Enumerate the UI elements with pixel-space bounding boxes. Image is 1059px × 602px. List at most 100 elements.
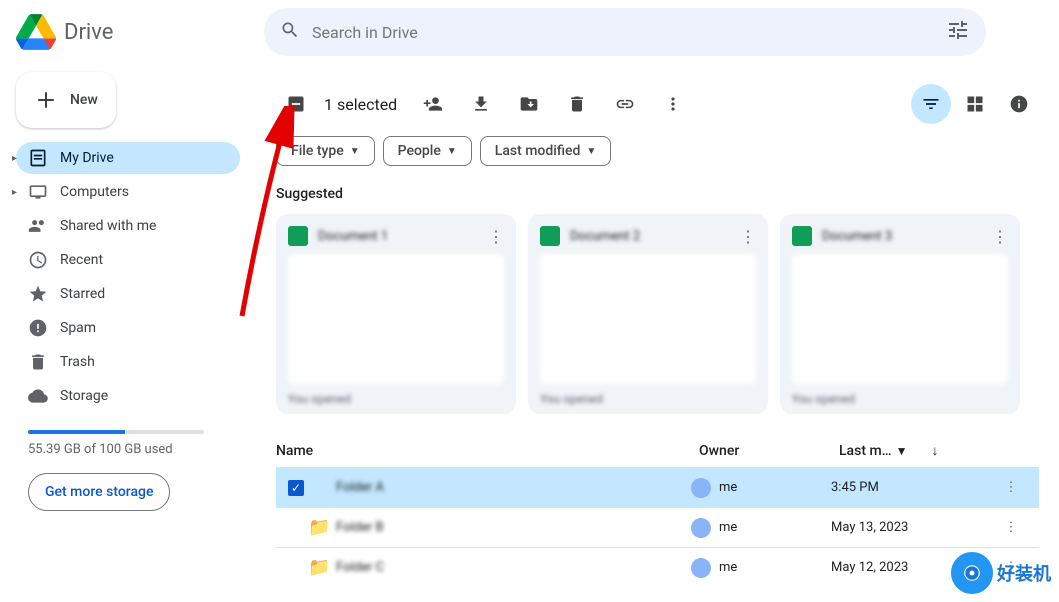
expand-arrow-icon[interactable]: ▸ xyxy=(12,187,17,198)
folder-icon: 📁 xyxy=(308,557,330,578)
sidebar-item-computers[interactable]: ▸ Computers xyxy=(16,176,240,208)
suggested-card[interactable]: Document 2 ⋮ You opened xyxy=(528,214,768,414)
move-button[interactable] xyxy=(509,84,549,124)
suggested-card[interactable]: Document 1 ⋮ You opened xyxy=(276,214,516,414)
delete-button[interactable] xyxy=(557,84,597,124)
row-more-icon[interactable]: ⋮ xyxy=(991,520,1031,535)
owner-cell: me xyxy=(691,558,831,578)
file-row[interactable]: ✓ Folder A me 3:45 PM ⋮ xyxy=(276,467,1039,507)
sidebar-item-spam[interactable]: Spam xyxy=(16,312,240,344)
card-footer: You opened xyxy=(288,392,504,406)
drive-icon xyxy=(28,148,48,168)
search-bar[interactable] xyxy=(264,8,986,56)
trash-icon xyxy=(28,352,48,372)
caret-down-icon: ▼ xyxy=(896,444,908,458)
grid-view-button[interactable] xyxy=(955,84,995,124)
file-name: Folder A xyxy=(336,480,691,495)
link-button[interactable] xyxy=(605,84,645,124)
filter-modified[interactable]: Last modified ▼ xyxy=(480,136,612,166)
owner-cell: me xyxy=(691,518,831,538)
suggested-card[interactable]: Document 3 ⋮ You opened xyxy=(780,214,1020,414)
info-button[interactable] xyxy=(999,84,1039,124)
sidebar-item-label: Storage xyxy=(60,388,108,404)
card-more-icon[interactable]: ⋮ xyxy=(992,227,1008,246)
file-row[interactable]: 📁 Folder B me May 13, 2023 ⋮ xyxy=(276,507,1039,547)
more-button[interactable] xyxy=(653,84,693,124)
caret-down-icon: ▼ xyxy=(447,146,457,157)
avatar xyxy=(691,478,711,498)
spam-icon xyxy=(28,318,48,338)
sidebar-item-shared[interactable]: Shared with me xyxy=(16,210,240,242)
file-row[interactable]: 📁 Folder C me May 12, 2023 ⋮ xyxy=(276,547,1039,587)
checkbox-checked-icon: ✓ xyxy=(288,480,304,496)
sheets-icon xyxy=(540,226,560,246)
new-button[interactable]: New xyxy=(16,72,116,128)
filter-chips: File type ▼ People ▼ Last modified ▼ xyxy=(276,136,1039,166)
sidebar-item-label: Trash xyxy=(60,354,95,370)
file-name: Folder B xyxy=(336,520,691,535)
row-checkbox[interactable]: ✓ xyxy=(284,480,308,496)
sidebar-item-label: Shared with me xyxy=(60,218,156,234)
sidebar-item-recent[interactable]: Recent xyxy=(16,244,240,276)
share-button[interactable] xyxy=(413,84,453,124)
sidebar-item-starred[interactable]: Starred xyxy=(16,278,240,310)
file-name: Folder C xyxy=(336,560,691,575)
expand-arrow-icon[interactable]: ▸ xyxy=(12,153,17,164)
search-icon xyxy=(280,20,300,45)
sidebar-item-label: My Drive xyxy=(60,150,114,166)
search-options-icon[interactable] xyxy=(946,18,970,46)
toolbar: 1 selected xyxy=(276,80,1039,128)
folder-icon: 📁 xyxy=(308,517,330,538)
caret-down-icon: ▼ xyxy=(586,146,596,157)
card-title: Document 2 xyxy=(570,229,730,244)
people-icon xyxy=(28,216,48,236)
col-name-header[interactable]: Name xyxy=(276,443,699,459)
sidebar-item-label: Recent xyxy=(60,252,103,268)
col-modified-header[interactable]: Last m… ▼ ↓ xyxy=(839,442,999,459)
sidebar: New ▸ My Drive ▸ Computers Shared with m… xyxy=(0,64,256,602)
content-area: 1 selected xyxy=(256,64,1059,602)
card-preview xyxy=(540,254,756,384)
card-footer: You opened xyxy=(540,392,756,406)
sidebar-item-label: Spam xyxy=(60,320,96,336)
download-button[interactable] xyxy=(461,84,501,124)
sidebar-item-label: Computers xyxy=(60,184,129,200)
sheets-icon xyxy=(792,226,812,246)
storage-bar xyxy=(28,430,204,434)
plus-icon xyxy=(34,88,58,112)
logo-area[interactable]: Drive xyxy=(16,12,256,52)
avatar xyxy=(691,518,711,538)
filter-people[interactable]: People ▼ xyxy=(383,136,472,166)
deselect-button[interactable] xyxy=(276,84,316,124)
sidebar-item-storage[interactable]: Storage xyxy=(16,380,240,412)
card-more-icon[interactable]: ⋮ xyxy=(740,227,756,246)
sidebar-item-my-drive[interactable]: ▸ My Drive xyxy=(16,142,240,174)
watermark-icon xyxy=(951,552,993,594)
watermark: 好装机 xyxy=(951,552,1051,594)
avatar xyxy=(691,558,711,578)
app-title: Drive xyxy=(64,20,113,45)
file-list: Name Owner Last m… ▼ ↓ ✓ Folder A me xyxy=(276,434,1039,587)
get-storage-button[interactable]: Get more storage xyxy=(28,473,170,511)
suggested-label: Suggested xyxy=(276,186,1039,202)
sheets-icon xyxy=(288,226,308,246)
sidebar-item-label: Starred xyxy=(60,286,105,302)
card-title: Document 3 xyxy=(822,229,982,244)
arrow-down-icon: ↓ xyxy=(931,442,938,459)
row-more-icon[interactable]: ⋮ xyxy=(991,480,1031,495)
search-input[interactable] xyxy=(312,23,934,42)
caret-down-icon: ▼ xyxy=(350,146,360,157)
col-owner-header[interactable]: Owner xyxy=(699,443,839,459)
star-icon xyxy=(28,284,48,304)
computer-icon xyxy=(28,182,48,202)
drive-logo-icon xyxy=(16,12,56,52)
sidebar-item-trash[interactable]: Trash xyxy=(16,346,240,378)
modified-cell: May 13, 2023 xyxy=(831,520,991,535)
card-more-icon[interactable]: ⋮ xyxy=(488,227,504,246)
card-preview xyxy=(792,254,1008,384)
card-footer: You opened xyxy=(792,392,1008,406)
filter-file-type[interactable]: File type ▼ xyxy=(276,136,375,166)
filter-toggle-button[interactable] xyxy=(911,84,951,124)
storage-text: 55.39 GB of 100 GB used xyxy=(28,442,228,457)
suggested-cards: Document 1 ⋮ You opened Document 2 ⋮ You… xyxy=(276,214,1039,414)
